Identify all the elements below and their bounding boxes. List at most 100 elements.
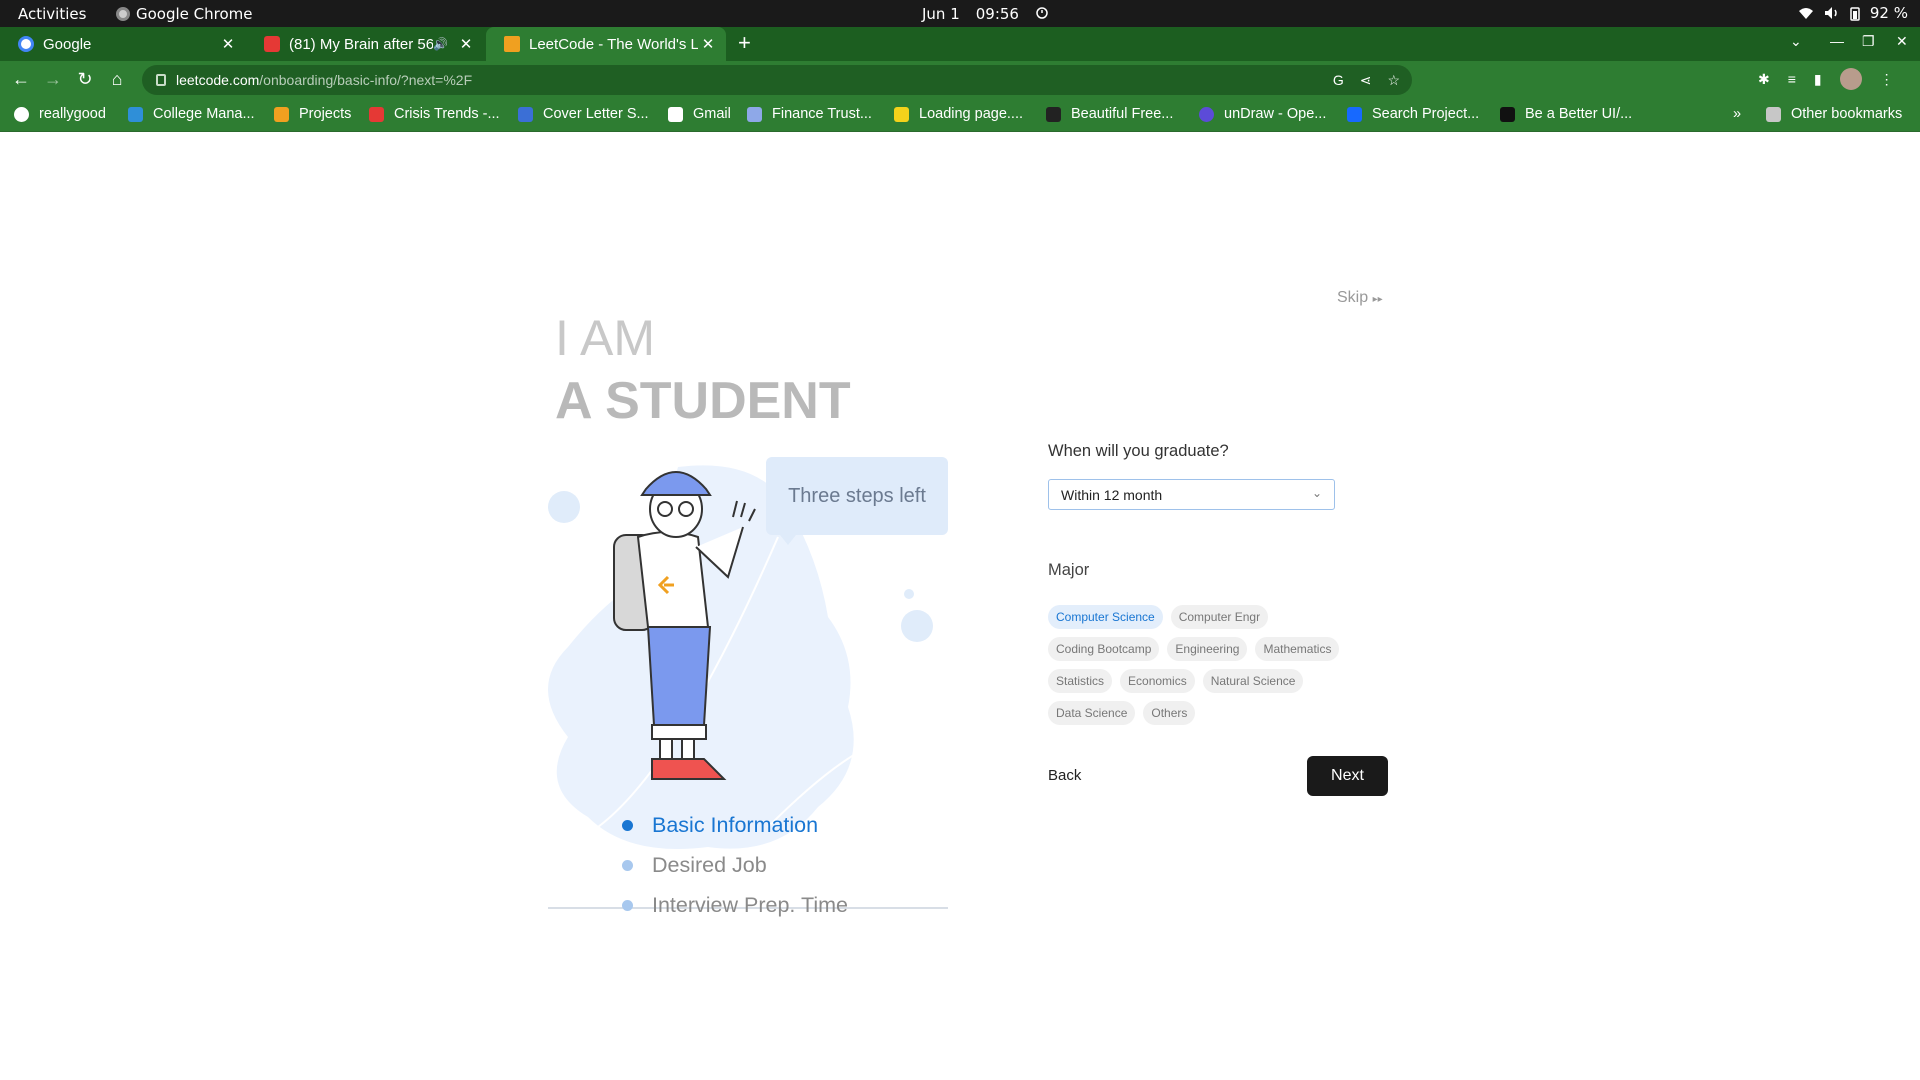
share-icon[interactable]: ⋖	[1360, 72, 1372, 89]
close-icon[interactable]: ✕	[698, 35, 718, 53]
close-icon[interactable]: ✕	[456, 35, 476, 53]
tab-title: Google	[43, 35, 92, 53]
tab-youtube[interactable]: (81) My Brain after 569 🔊 ✕	[246, 27, 484, 61]
bookmark-label: unDraw - Ope...	[1224, 106, 1327, 122]
address-bar[interactable]: leetcode.com /onboarding/basic-info/?nex…	[142, 65, 1412, 95]
bookmark-item[interactable]: Search Project...	[1347, 106, 1479, 122]
bookmark-item[interactable]: Cover Letter S...	[518, 106, 649, 122]
bookmark-star-icon[interactable]: ☆	[1387, 72, 1400, 89]
speaker-icon[interactable]: 🔊	[433, 37, 448, 51]
tab-leetcode[interactable]: LeetCode - The World's Le ✕	[486, 27, 726, 61]
major-chip-data-science[interactable]: Data Science	[1048, 701, 1136, 725]
system-tray[interactable]: 92 %	[1798, 4, 1908, 22]
bookmark-label: Loading page....	[919, 106, 1024, 122]
browser-toolbar: ← → ↻ ⌂ leetcode.com /onboarding/basic-i…	[0, 61, 1920, 99]
skip-link[interactable]: Skip ▸▸	[1337, 289, 1383, 307]
step-label: Basic Information	[652, 812, 819, 837]
bookmark-item[interactable]: Crisis Trends -...	[369, 106, 500, 122]
leetcode-icon	[504, 36, 520, 52]
activities-button[interactable]: Activities	[18, 5, 86, 23]
google-icon	[18, 36, 34, 52]
other-bookmarks-folder[interactable]: Other bookmarks	[1766, 106, 1902, 122]
bookmark-favicon-icon	[1046, 106, 1061, 122]
graduation-select[interactable]: Within 12 month ⌄	[1048, 479, 1335, 510]
bookmark-favicon-icon	[747, 106, 762, 122]
major-chip-economics[interactable]: Economics	[1120, 669, 1195, 693]
extensions-icon[interactable]: ✱	[1758, 71, 1770, 88]
bookmark-item[interactable]: Gmail	[668, 106, 731, 122]
major-chip-others[interactable]: Others	[1143, 701, 1196, 725]
bookmark-item[interactable]: Beautiful Free...	[1046, 106, 1173, 122]
major-chip-mathematics[interactable]: Mathematics	[1255, 637, 1340, 661]
major-chip-group: Computer Science Computer Engr Coding Bo…	[1048, 605, 1348, 725]
forward-arrow-icon[interactable]: →	[42, 69, 64, 90]
back-arrow-icon[interactable]: ←	[10, 69, 32, 90]
bookmark-label: Crisis Trends -...	[394, 106, 500, 122]
app-menu[interactable]: Google Chrome	[116, 5, 253, 23]
skip-label: Skip	[1337, 289, 1369, 306]
tab-search-icon[interactable]: ⌄	[1790, 33, 1802, 50]
step-dot	[622, 819, 633, 831]
tab-google[interactable]: Google ✕	[0, 27, 246, 61]
youtube-icon	[264, 36, 280, 52]
profile-avatar[interactable]	[1839, 68, 1862, 90]
chevron-down-icon: ⌄	[1311, 486, 1322, 500]
major-chip-coding-bootcamp[interactable]: Coding Bootcamp	[1048, 637, 1160, 661]
bookmark-item[interactable]: Loading page....	[894, 106, 1023, 122]
google-lens-icon[interactable]: G	[1333, 72, 1344, 89]
graduate-question: When will you graduate?	[1048, 442, 1229, 460]
fast-forward-icon: ▸▸	[1372, 294, 1383, 305]
next-button[interactable]: Next	[1307, 756, 1388, 796]
bookmark-favicon-icon	[369, 106, 384, 122]
step-dot	[622, 899, 633, 911]
minimize-button[interactable]: —	[1830, 33, 1844, 49]
url-path: /onboarding/basic-info/?next=%2F	[259, 72, 473, 88]
bookmark-item[interactable]: Be a Better UI/...	[1500, 106, 1632, 122]
major-chip-computer-science[interactable]: Computer Science	[1048, 605, 1163, 629]
headline-line-2: A STUDENT	[555, 372, 851, 430]
bookmark-item[interactable]: Projects	[274, 106, 351, 122]
folder-icon	[1766, 106, 1781, 122]
bookmark-label: reallygood	[39, 106, 106, 122]
bookmark-item[interactable]: unDraw - Ope...	[1199, 106, 1326, 122]
bookmark-item[interactable]: reallygood	[14, 106, 106, 122]
bookmarks-overflow-button[interactable]: »	[1733, 106, 1741, 122]
step-interview-prep-time: Interview Prep. Time	[620, 885, 848, 925]
major-chip-computer-engr[interactable]: Computer Engr	[1170, 605, 1269, 629]
graduation-select-value: Within 12 month	[1061, 486, 1163, 503]
side-panel-icon[interactable]: ▮	[1814, 71, 1822, 88]
major-chip-engineering[interactable]: Engineering	[1167, 637, 1248, 661]
battery-icon	[1850, 6, 1860, 21]
reload-icon[interactable]: ↻	[74, 69, 96, 90]
step-label: Desired Job	[652, 852, 767, 877]
close-icon[interactable]: ✕	[218, 35, 238, 53]
bookmark-item[interactable]: Finance Trust...	[747, 106, 872, 122]
home-icon[interactable]: ⌂	[106, 69, 128, 90]
bookmark-label: Projects	[299, 106, 352, 122]
clock[interactable]: Jun 1 09:56	[922, 5, 1049, 23]
bookmarks-bar: reallygood College Mana... Projects Cris…	[0, 99, 1920, 132]
lock-icon[interactable]	[156, 74, 166, 86]
battery-percentage: 92 %	[1869, 4, 1908, 22]
back-button[interactable]: Back	[1048, 767, 1081, 784]
clock-date: Jun 1	[922, 5, 960, 23]
bookmark-favicon-icon	[1347, 106, 1362, 122]
new-tab-button[interactable]: +	[738, 30, 751, 56]
system-top-bar: Activities Google Chrome Jun 1 09:56 92 …	[0, 0, 1920, 27]
bookmark-item[interactable]: College Mana...	[128, 106, 255, 122]
bookmark-favicon-icon	[518, 106, 533, 122]
bookmark-favicon-icon	[1199, 106, 1214, 122]
bookmark-label: Search Project...	[1372, 106, 1480, 122]
chevron-double-right-icon: »	[1733, 106, 1742, 122]
bookmark-label: Gmail	[693, 106, 731, 122]
bookmark-label: Cover Letter S...	[543, 106, 649, 122]
window-close-button[interactable]: ✕	[1896, 33, 1908, 50]
major-chip-statistics[interactable]: Statistics	[1048, 669, 1113, 693]
wifi-icon	[1798, 6, 1814, 20]
restore-button[interactable]: ❐	[1862, 33, 1875, 50]
url-domain: leetcode.com	[176, 72, 260, 88]
media-control-icon[interactable]: ≡	[1788, 71, 1796, 87]
step-dot	[622, 859, 633, 871]
chrome-menu-icon[interactable]: ⋮	[1880, 71, 1894, 88]
major-chip-natural-science[interactable]: Natural Science	[1202, 669, 1304, 693]
